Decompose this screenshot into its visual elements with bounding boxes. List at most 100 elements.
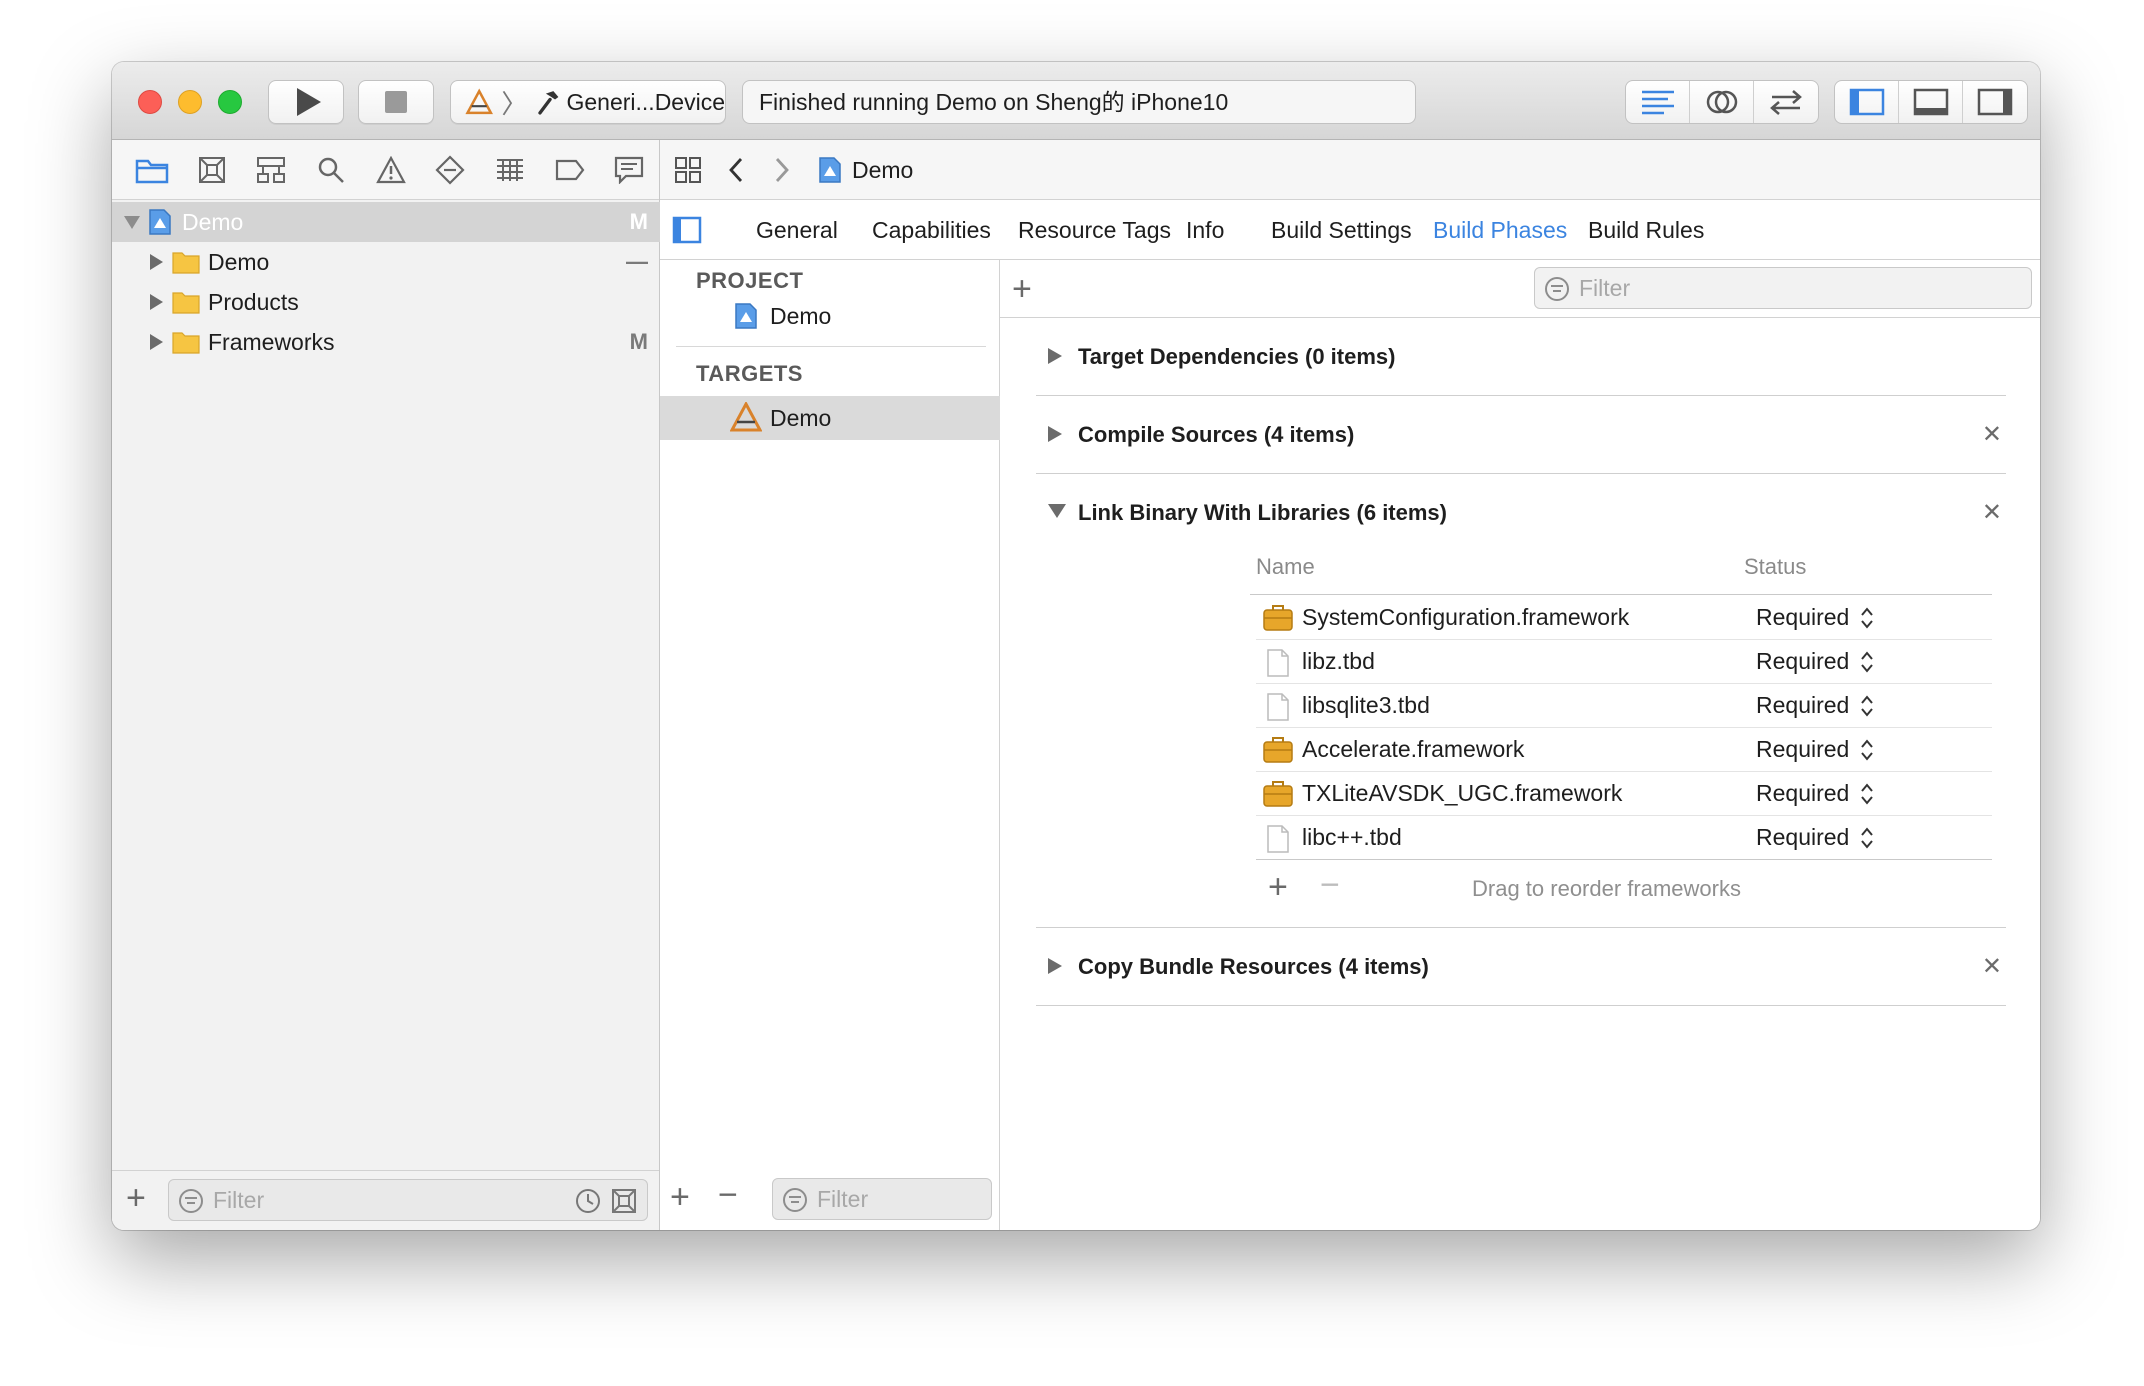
phases-filter-input[interactable]: Filter [1534, 267, 2032, 309]
library-status[interactable]: Required [1756, 604, 1849, 631]
phase-title[interactable]: Link Binary With Libraries (6 items) [1078, 500, 1447, 526]
tree-item-project[interactable]: Demo M [112, 202, 660, 242]
phase-title[interactable]: Copy Bundle Resources (4 items) [1078, 954, 1429, 980]
remove-phase-icon[interactable]: ✕ [1982, 952, 2002, 981]
project-icon [819, 157, 841, 183]
disclosure-open-icon[interactable] [1048, 504, 1066, 518]
disclosure-closed-icon[interactable] [1048, 426, 1062, 442]
tab-project-navigator[interactable] [122, 140, 182, 200]
library-status[interactable]: Required [1756, 824, 1849, 851]
remove-library-button[interactable]: − [1320, 868, 1340, 902]
updown-chevron-icon[interactable] [1860, 650, 1874, 674]
target-item-demo[interactable]: Demo [660, 396, 1000, 440]
play-icon [297, 88, 321, 116]
related-items-grid-icon[interactable] [674, 156, 704, 184]
updown-chevron-icon[interactable] [1860, 826, 1874, 850]
updown-chevron-icon[interactable] [1860, 782, 1874, 806]
table-row[interactable]: TXLiteAVSDK_UGC.framework Required [1256, 772, 1992, 816]
tab-build-settings[interactable]: Build Settings [1271, 217, 1412, 244]
assistant-editor-button[interactable] [1690, 81, 1754, 123]
table-row[interactable]: SystemConfiguration.framework Required [1256, 596, 1992, 640]
navigator-filter-input[interactable]: Filter [168, 1179, 648, 1221]
breadcrumb-project[interactable]: Demo [852, 157, 913, 184]
app-target-icon [730, 402, 762, 432]
version-editor-button[interactable] [1754, 81, 1818, 123]
add-build-phase-button[interactable]: + [1012, 272, 1032, 306]
library-status[interactable]: Required [1756, 692, 1849, 719]
tab-find-navigator[interactable] [301, 140, 361, 200]
add-library-button[interactable]: + [1268, 870, 1288, 904]
project-item-demo[interactable]: Demo [660, 294, 1000, 338]
tree-item-demo-folder[interactable]: Demo — [112, 242, 660, 282]
column-header-name[interactable]: Name [1256, 554, 1315, 580]
targets-footer: + − Filter [660, 1170, 1000, 1230]
disclosure-open-icon[interactable] [124, 216, 140, 229]
library-status[interactable]: Required [1756, 780, 1849, 807]
tab-test-navigator[interactable] [420, 140, 480, 200]
add-target-button[interactable]: + [670, 1180, 690, 1214]
table-row[interactable]: Accelerate.framework Required [1256, 728, 1992, 772]
remove-phase-icon[interactable]: ✕ [1982, 420, 2002, 449]
recent-files-clock-icon[interactable] [575, 1188, 601, 1214]
back-arrow-icon[interactable] [726, 156, 746, 184]
disclosure-closed-icon[interactable] [150, 254, 163, 270]
scheme-destination: Generi...Device [566, 88, 725, 115]
tree-item-products-folder[interactable]: Products [112, 282, 660, 322]
zoom-window-button[interactable] [218, 90, 242, 114]
library-status[interactable]: Required [1756, 736, 1849, 763]
phase-title[interactable]: Compile Sources (4 items) [1078, 422, 1354, 448]
table-row[interactable]: libc++.tbd Required [1256, 816, 1992, 860]
view-toggle-selector [1834, 80, 2028, 124]
tree-item-frameworks-folder[interactable]: Frameworks M [112, 322, 660, 362]
tab-build-phases[interactable]: Build Phases [1433, 217, 1567, 244]
updown-chevron-icon[interactable] [1860, 738, 1874, 762]
run-button[interactable] [268, 80, 344, 124]
remove-phase-icon[interactable]: ✕ [1982, 498, 2002, 527]
tab-symbol-navigator[interactable] [241, 140, 301, 200]
utilities-panel-icon [1977, 88, 2013, 116]
tab-capabilities[interactable]: Capabilities [872, 217, 991, 244]
source-control-filter-icon[interactable] [611, 1188, 637, 1214]
project-editor: Demo General Capabilities Resource Tags … [660, 140, 2040, 1230]
navigator-tab-bar [112, 140, 659, 200]
toggle-targets-list-icon[interactable] [672, 216, 702, 244]
tab-report-navigator[interactable] [599, 140, 659, 200]
tab-build-rules[interactable]: Build Rules [1588, 217, 1704, 244]
toggle-debug-area-button[interactable] [1899, 81, 1963, 123]
table-row[interactable]: libz.tbd Required [1256, 640, 1992, 684]
remove-target-button[interactable]: − [718, 1178, 738, 1212]
folder-icon [135, 159, 169, 183]
tab-source-control-navigator[interactable] [182, 140, 242, 200]
standard-editor-button[interactable] [1626, 81, 1690, 123]
targets-filter-input[interactable]: Filter [772, 1178, 992, 1220]
tab-breakpoint-navigator[interactable] [540, 140, 600, 200]
column-header-status[interactable]: Status [1744, 554, 1806, 580]
table-row[interactable]: libsqlite3.tbd Required [1256, 684, 1992, 728]
updown-chevron-icon[interactable] [1860, 694, 1874, 718]
phase-target-dependencies: Target Dependencies (0 items) [1036, 318, 2006, 396]
toggle-navigator-button[interactable] [1835, 81, 1899, 123]
stop-button[interactable] [358, 80, 434, 124]
scheme-selector[interactable]: 〉 Generi...Device [450, 80, 726, 124]
minimize-window-button[interactable] [178, 90, 202, 114]
library-status[interactable]: Required [1756, 648, 1849, 675]
phase-title[interactable]: Target Dependencies (0 items) [1078, 344, 1395, 370]
disclosure-closed-icon[interactable] [150, 334, 163, 350]
tab-issue-navigator[interactable] [361, 140, 421, 200]
filter-icon [1545, 277, 1569, 301]
forward-arrow-icon[interactable] [772, 156, 792, 184]
tab-resource-tags[interactable]: Resource Tags [1018, 217, 1171, 244]
updown-chevron-icon[interactable] [1860, 606, 1874, 630]
add-file-button[interactable]: + [126, 1181, 146, 1215]
tab-debug-navigator[interactable] [480, 140, 540, 200]
project-section-header: PROJECT [696, 268, 804, 293]
folder-icon [172, 292, 200, 314]
disclosure-closed-icon[interactable] [1048, 958, 1062, 974]
toggle-utilities-button[interactable] [1963, 81, 2027, 123]
disclosure-closed-icon[interactable] [1048, 348, 1062, 364]
tab-info[interactable]: Info [1186, 217, 1224, 244]
tab-general[interactable]: General [756, 217, 838, 244]
tree-item-label: Frameworks [208, 328, 335, 355]
disclosure-closed-icon[interactable] [150, 294, 163, 310]
close-window-button[interactable] [138, 90, 162, 114]
